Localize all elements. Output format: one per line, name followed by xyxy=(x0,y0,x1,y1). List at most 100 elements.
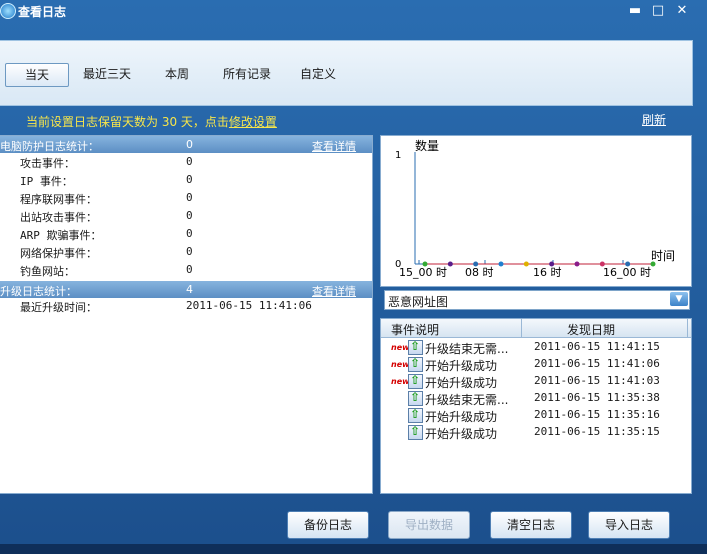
filter-this-week[interactable]: 本周 xyxy=(165,63,189,85)
stat-value: 0 xyxy=(186,191,193,204)
upgrade-icon xyxy=(408,356,423,372)
log-viewer-window: 查看日志 ▬ □ ✕ 当天 最近三天 本周 所有记录 自定义 当前设置日志保留天… xyxy=(0,0,707,554)
upgrade-header-value: 4 xyxy=(186,283,193,296)
event-row[interactable]: new 开始升级成功 2011-06-15 11:41:06 xyxy=(381,356,691,373)
import-log-button[interactable]: 导入日志 xyxy=(588,511,670,539)
stat-label: 出站攻击事件： xyxy=(20,211,97,224)
filter-last-three-days[interactable]: 最近三天 xyxy=(83,63,131,85)
protection-header-value: 0 xyxy=(186,138,193,151)
upgrade-icon xyxy=(408,339,423,355)
stats-panel: 电脑防护日志统计： 0 查看详情 攻击事件： 0 IP 事件： 0 程序联网事件： 0… xyxy=(0,135,373,494)
x-axis-label: 时间 xyxy=(651,249,675,263)
data-point xyxy=(650,261,656,267)
app-icon xyxy=(0,3,16,19)
new-badge: new xyxy=(391,360,410,369)
column-header-description[interactable]: 事件说明 xyxy=(391,321,439,338)
upgrade-icon xyxy=(408,407,423,423)
retention-info: 当前设置日志保留天数为 30 天，点击修改设置 xyxy=(26,113,277,130)
maximize-button[interactable]: □ xyxy=(650,3,666,19)
data-point xyxy=(599,261,605,267)
export-data-button[interactable]: 导出数据 xyxy=(388,511,470,539)
x-tick-label: 15_00 时 xyxy=(399,266,447,279)
event-description: 开始升级成功 xyxy=(425,376,498,390)
data-point xyxy=(625,261,631,267)
upgrade-icon xyxy=(408,390,423,406)
filter-all-records[interactable]: 所有记录 xyxy=(223,63,271,85)
data-point xyxy=(549,261,555,267)
upgrade-header: 升级日志统计： 4 查看详情 xyxy=(0,281,372,298)
protection-header-label: 电脑防护日志统计： xyxy=(0,140,99,153)
new-badge: new xyxy=(391,377,410,386)
protection-header: 电脑防护日志统计： 0 查看详情 xyxy=(0,136,372,153)
event-description: 升级结束无需... xyxy=(425,342,509,356)
stat-value: 0 xyxy=(186,209,193,222)
close-button[interactable]: ✕ xyxy=(674,3,690,19)
title-bar[interactable]: 查看日志 ▬ □ ✕ xyxy=(0,0,707,22)
upgrade-details-link[interactable]: 查看详情 xyxy=(312,283,356,299)
stat-label: 最近升级时间： xyxy=(20,301,97,314)
upgrade-icon xyxy=(408,373,423,389)
y-tick-label: 1 xyxy=(395,150,401,161)
data-point xyxy=(498,261,504,267)
minimize-button[interactable]: ▬ xyxy=(627,3,643,19)
stat-label: 攻击事件： xyxy=(20,157,75,170)
upgrade-icon xyxy=(408,424,423,440)
data-point xyxy=(574,261,580,267)
chart-type-value: 恶意网址图 xyxy=(388,295,449,309)
event-list: 事件说明 发现日期 new 升级结束无需... 2011-06-15 11:41:1… xyxy=(380,318,692,494)
event-description: 开始升级成功 xyxy=(425,427,498,441)
stat-value: 2011-06-15 11:41:06 xyxy=(186,299,312,312)
retention-text: 当前设置日志保留天数为 30 天，点击 xyxy=(26,115,229,129)
event-description: 升级结束无需... xyxy=(425,393,509,407)
event-description: 开始升级成功 xyxy=(425,359,498,373)
chart-panel: 数量 时间 1 0 15_00 时 08 时 16 时 16_00 时 xyxy=(380,135,692,287)
event-date: 2011-06-15 11:41:15 xyxy=(534,340,660,353)
stat-label: ARP 欺骗事件： xyxy=(20,229,102,242)
stat-value: 0 xyxy=(186,227,193,240)
backup-log-button[interactable]: 备份日志 xyxy=(287,511,369,539)
upgrade-header-label: 升级日志统计： xyxy=(0,285,77,298)
status-strip xyxy=(0,544,707,554)
event-date: 2011-06-15 11:35:38 xyxy=(534,391,660,404)
refresh-link[interactable]: 刷新 xyxy=(642,111,666,128)
stat-value: 0 xyxy=(186,245,193,258)
stat-label: 网络保护事件： xyxy=(20,247,97,260)
event-row[interactable]: new 开始升级成功 2011-06-15 11:41:03 xyxy=(381,373,691,390)
protection-details-link[interactable]: 查看详情 xyxy=(312,138,356,154)
clear-log-button[interactable]: 清空日志 xyxy=(490,511,572,539)
event-date: 2011-06-15 11:41:03 xyxy=(534,374,660,387)
stat-label: 钓鱼网站： xyxy=(20,265,75,278)
event-row[interactable]: new 升级结束无需... 2011-06-15 11:41:15 xyxy=(381,339,691,356)
x-tick-label: 08 时 xyxy=(465,266,494,279)
column-divider[interactable] xyxy=(687,319,688,337)
event-description: 开始升级成功 xyxy=(425,410,498,424)
column-divider[interactable] xyxy=(521,319,522,337)
y-axis-label: 数量 xyxy=(415,138,439,153)
event-date: 2011-06-15 11:35:16 xyxy=(534,408,660,421)
filter-custom[interactable]: 自定义 xyxy=(300,63,336,85)
stat-label: 程序联网事件： xyxy=(20,193,97,206)
event-row[interactable]: 升级结束无需... 2011-06-15 11:35:38 xyxy=(381,390,691,407)
filter-panel: 当天 最近三天 本周 所有记录 自定义 xyxy=(0,40,693,106)
column-header-date[interactable]: 发现日期 xyxy=(567,321,615,338)
event-row[interactable]: 开始升级成功 2011-06-15 11:35:16 xyxy=(381,407,691,424)
data-point xyxy=(473,261,479,267)
event-date: 2011-06-15 11:41:06 xyxy=(534,357,660,370)
chart-type-select[interactable]: 恶意网址图 ▼ xyxy=(384,290,690,310)
modify-settings-link[interactable]: 修改设置 xyxy=(229,115,277,129)
event-list-header: 事件说明 发现日期 xyxy=(381,319,691,338)
event-row[interactable]: 开始升级成功 2011-06-15 11:35:15 xyxy=(381,424,691,441)
chevron-down-icon[interactable]: ▼ xyxy=(670,292,688,306)
stat-value: 0 xyxy=(186,263,193,276)
filter-today[interactable]: 当天 xyxy=(5,63,69,87)
x-tick-label: 16_00 时 xyxy=(603,266,651,279)
new-badge: new xyxy=(391,343,410,352)
stat-value: 0 xyxy=(186,155,193,168)
data-point xyxy=(422,261,428,267)
stat-value: 0 xyxy=(186,173,193,186)
line-chart: 数量 时间 1 0 15_00 时 08 时 16 时 16_00 时 xyxy=(395,138,675,279)
window-title: 查看日志 xyxy=(18,5,67,19)
x-tick-label: 16 时 xyxy=(533,266,562,279)
event-date: 2011-06-15 11:35:15 xyxy=(534,425,660,438)
data-point xyxy=(447,261,453,267)
